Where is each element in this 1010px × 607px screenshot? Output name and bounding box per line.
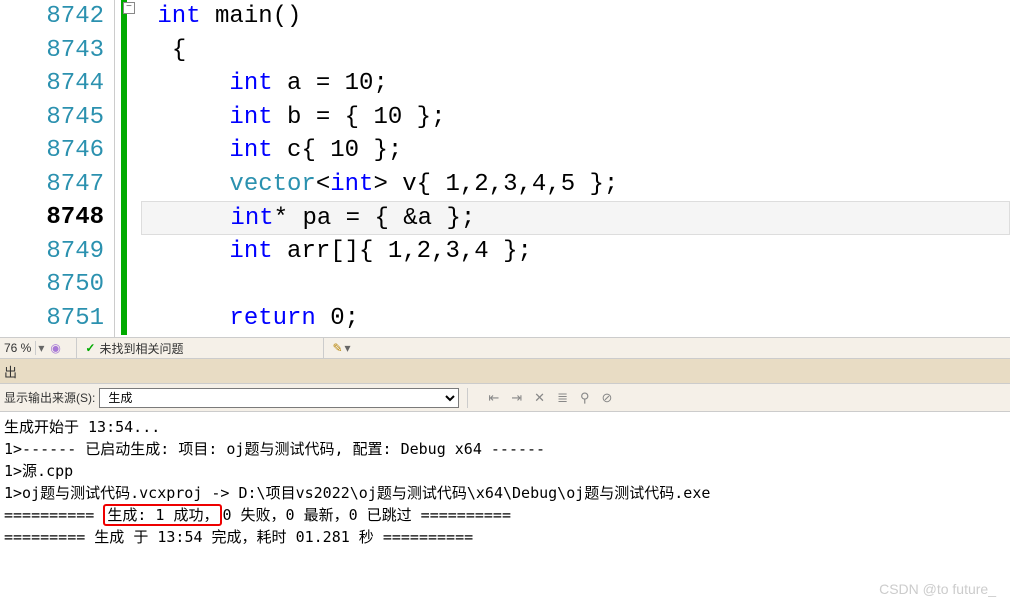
output-toolbar: 显示输出来源(S): 生成 ⇤ ⇥ ✕ ≣ ⚲ ⊘ <box>0 384 1010 412</box>
line-number: 8750 <box>0 268 104 302</box>
editor-margin: − <box>115 0 135 337</box>
watermark: CSDN @to future_ <box>879 581 996 597</box>
code-editor[interactable]: 8742 8743 8744 8745 8746 8747 8748 8749 … <box>0 0 1010 337</box>
wrap-icon[interactable]: ≣ <box>557 390 568 406</box>
code-line[interactable]: vector<int> v{ 1,2,3,4,5 }; <box>143 168 1010 202</box>
change-indicator <box>121 0 127 335</box>
line-number: 8745 <box>0 101 104 135</box>
output-panel-title: 出 <box>4 362 17 381</box>
output-line: 1>源.cpp <box>4 460 1006 482</box>
output-line: 1>------ 已启动生成: 项目: oj题与测试代码, 配置: Debug … <box>4 438 1006 460</box>
goto-prev-icon[interactable]: ⇤ <box>488 390 499 406</box>
line-number: 8742 <box>0 0 104 34</box>
lightbulb-icon[interactable]: ◉ <box>50 341 64 355</box>
filter-icon[interactable]: ⚲ <box>580 390 590 406</box>
line-number: 8747 <box>0 168 104 202</box>
output-panel-header: 出 <box>0 359 1010 384</box>
separator <box>467 388 468 408</box>
code-line[interactable]: int c{ 10 }; <box>143 134 1010 168</box>
code-line[interactable]: { <box>143 34 1010 68</box>
code-line[interactable]: int arr[]{ 1,2,3,4 }; <box>143 235 1010 269</box>
line-number: 8744 <box>0 67 104 101</box>
code-line[interactable]: return 0; <box>143 302 1010 336</box>
zoom-percent[interactable]: 76 % <box>0 341 36 355</box>
build-success-highlight: 生成: 1 成功， <box>103 504 222 526</box>
separator <box>76 338 77 358</box>
output-toolbar-icons: ⇤ ⇥ ✕ ≣ ⚲ ⊘ <box>488 390 612 406</box>
wand-dropdown-icon[interactable]: ▾ <box>343 341 353 355</box>
output-source-label: 显示输出来源(S): <box>4 389 95 406</box>
output-line: ========== 生成: 1 成功，0 失败，0 最新，0 已跳过 ====… <box>4 504 1006 526</box>
output-line: 1>oj题与测试代码.vcxproj -> D:\项目vs2022\oj题与测试… <box>4 482 1006 504</box>
code-line[interactable] <box>143 268 1010 302</box>
wand-icon[interactable]: ✎ <box>332 341 342 355</box>
code-content[interactable]: int main() { int a = 10; int b = { 10 };… <box>135 0 1010 337</box>
code-line[interactable]: int a = 10; <box>143 67 1010 101</box>
check-icon: ✓ <box>85 341 95 355</box>
line-number: 8749 <box>0 235 104 269</box>
code-line-current[interactable]: int* pa = { &a }; <box>141 201 1010 235</box>
line-number: 8746 <box>0 134 104 168</box>
line-number-current: 8748 <box>0 201 104 235</box>
goto-next-icon[interactable]: ⇥ <box>511 390 522 406</box>
line-number: 8751 <box>0 302 104 336</box>
output-line: ========= 生成 于 13:54 完成，耗时 01.281 秒 ====… <box>4 526 1006 548</box>
clear-icon[interactable]: ✕ <box>534 390 545 406</box>
line-number: 8743 <box>0 34 104 68</box>
fold-toggle-icon[interactable]: − <box>123 2 135 14</box>
output-source-select[interactable]: 生成 <box>99 388 459 408</box>
code-line[interactable]: int b = { 10 }; <box>143 101 1010 135</box>
separator <box>323 338 324 358</box>
output-content[interactable]: 生成开始于 13:54... 1>------ 已启动生成: 项目: oj题与测… <box>0 412 1010 582</box>
line-number-gutter: 8742 8743 8744 8745 8746 8747 8748 8749 … <box>0 0 115 337</box>
code-line[interactable]: int main() <box>143 0 1010 34</box>
output-line: 生成开始于 13:54... <box>4 416 1006 438</box>
stop-icon[interactable]: ⊘ <box>602 390 613 406</box>
status-bar: 76 % ▾ ◉ ✓ 未找到相关问题 ✎ ▾ <box>0 337 1010 359</box>
no-issues-label: 未找到相关问题 <box>99 340 183 357</box>
zoom-dropdown-icon[interactable]: ▾ <box>36 341 46 355</box>
